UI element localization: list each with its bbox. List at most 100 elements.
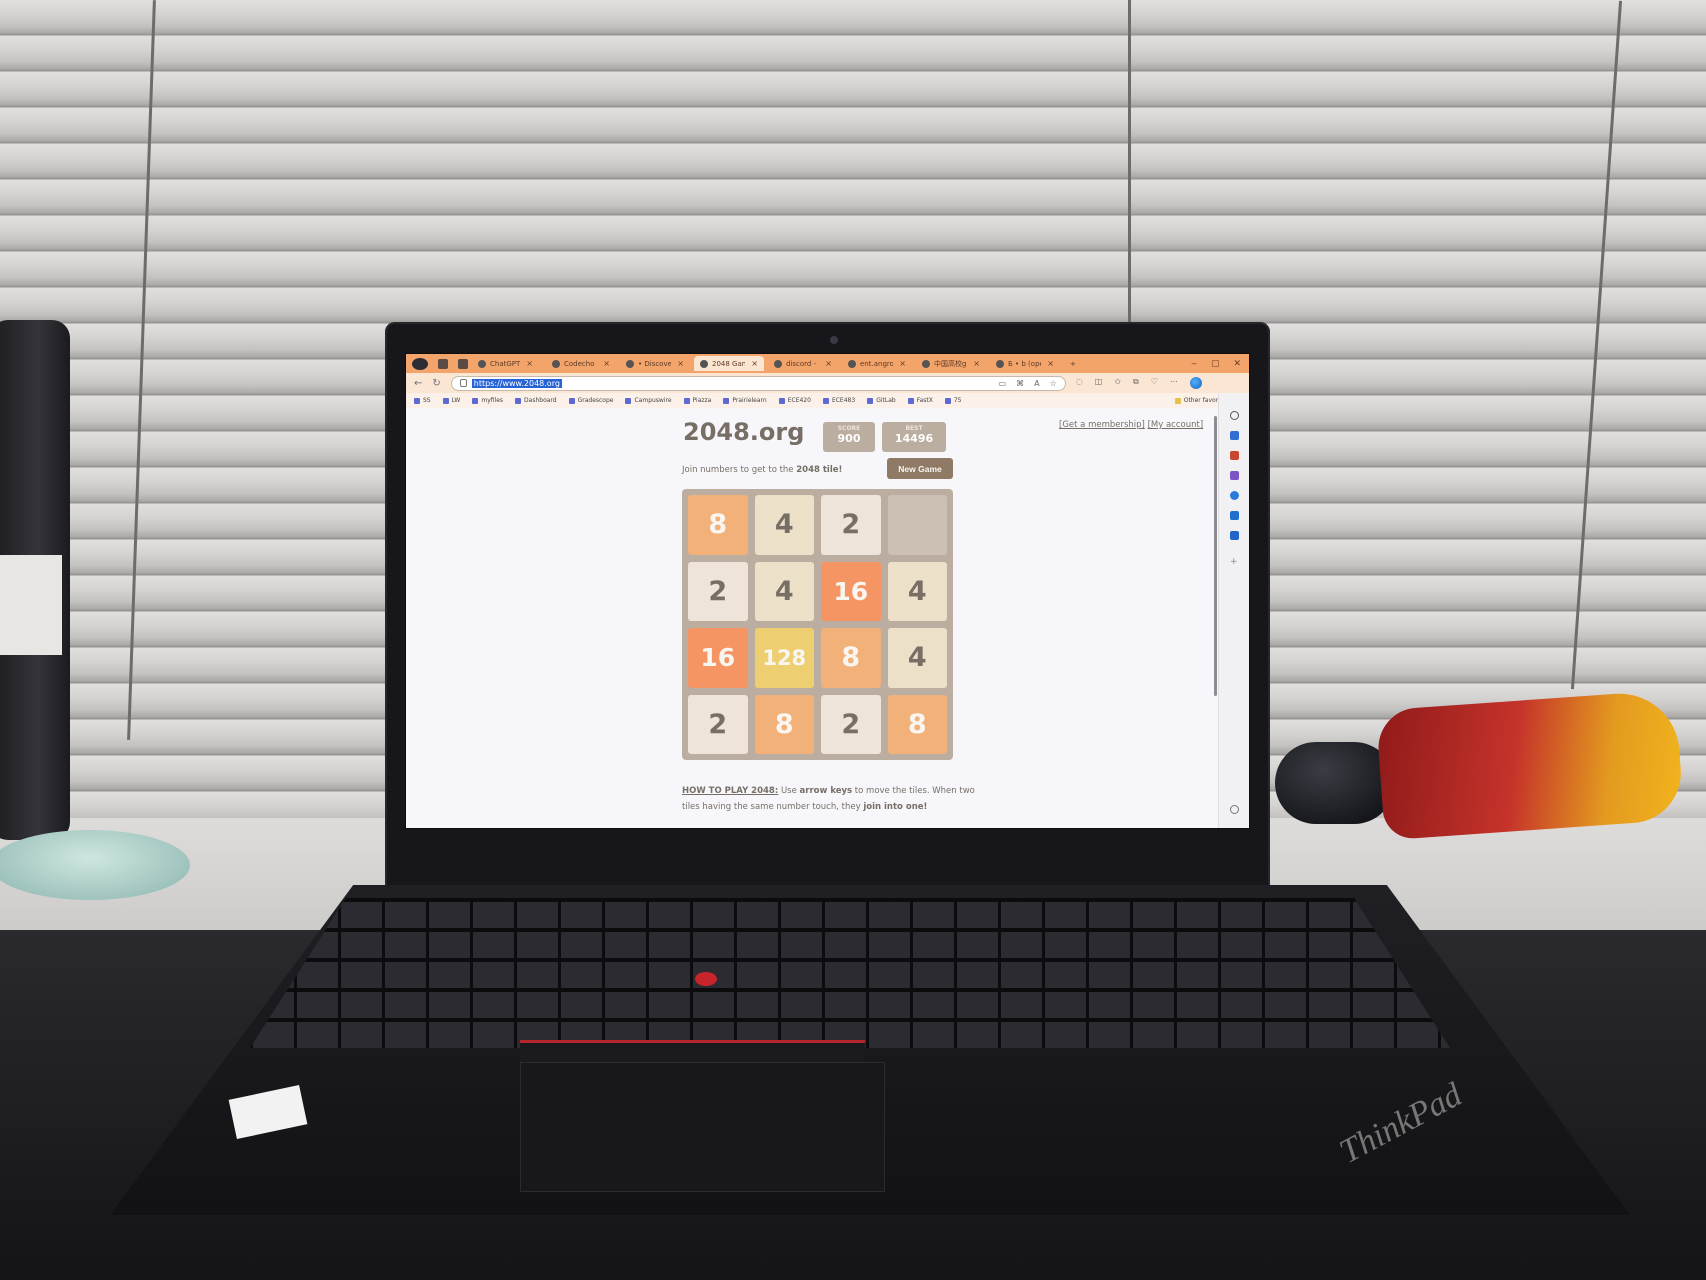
score-box: SCORE 900 [823,422,875,452]
favorite-star-icon[interactable]: ☆ [1050,379,1057,388]
outlook-icon[interactable] [1230,531,1239,540]
shopping-icon[interactable] [1230,451,1239,460]
app-available-icon[interactable]: ▭ [999,379,1007,388]
intro-goal: 2048 tile! [796,465,843,475]
search-icon[interactable] [1230,411,1239,420]
bookmark-icon [867,397,874,404]
bookmark-icon [442,397,449,404]
tab-close-icon[interactable]: × [1047,359,1054,368]
edge-sidebar: + [1218,393,1249,828]
tab-close-icon[interactable]: × [603,359,610,368]
minimize-button[interactable]: ‒ [1191,359,1197,369]
tab-close-icon[interactable]: × [899,359,906,368]
address-bar[interactable]: https://www.2048.org ▭ ⌘ A ☆ [450,375,1066,391]
tile: 4 [887,628,947,688]
laptop-screen: ChatGPT×Codecho 123/0×• Discover | 24×20… [405,353,1250,829]
touchpad[interactable] [520,1062,885,1192]
close-button[interactable]: ✕ [1233,359,1241,369]
lock-icon[interactable] [459,379,467,387]
split-screen-icon[interactable]: ◫ [1095,377,1103,389]
bookmark-item[interactable]: LW [442,397,460,404]
bookmark-item[interactable]: myfiles [472,397,503,404]
bookmark-label: Gradescope [577,397,614,404]
bookmark-icon [414,397,420,404]
back-button[interactable]: ← [414,378,422,389]
extension-icon[interactable]: ◌ [1076,377,1083,389]
tab-favicon-icon [478,359,486,368]
new-game-button[interactable]: New Game [887,458,953,479]
tile: 2 [821,495,881,555]
read-aloud-icon[interactable]: A [1034,379,1039,388]
membership-link[interactable]: [Get a membership] [1059,420,1145,430]
office-icon[interactable] [1230,511,1239,520]
bookmark-icon [568,397,575,404]
tab-close-icon[interactable]: × [751,359,758,368]
tab-favicon-icon [848,359,856,368]
tab-close-icon[interactable]: × [973,359,980,368]
how-to-play-link[interactable]: HOW TO PLAY 2048: [682,786,778,796]
bookmark-label: Prairielearn [732,397,767,404]
new-tab-button[interactable]: + [1064,356,1082,371]
trackpoint[interactable] [695,972,717,986]
score-value: 900 [837,432,861,445]
browser-tab[interactable]: ent.angrosoftve × [842,356,912,371]
people-icon[interactable] [1230,471,1239,480]
favorites-icon[interactable]: ✩ [1114,377,1121,389]
tab-close-icon[interactable]: × [526,359,533,368]
browser-tab[interactable]: Codecho 123/0 × [546,356,616,371]
tab-close-icon[interactable]: × [825,359,832,368]
tile: 4 [754,495,814,555]
intro-text: Join numbers to get to the [682,465,797,475]
trackpoint-buttons[interactable] [520,1040,865,1062]
bookmark-item[interactable]: Piazza [683,397,711,404]
games-icon[interactable] [1230,491,1239,500]
browser-essentials-icon[interactable]: ♡ [1151,377,1158,389]
bookmark-item[interactable]: FastX [907,397,933,404]
browser-tab[interactable]: 2048 Game × [694,356,764,371]
bookmark-list: SS LW myfiles Dashboard Gradescope Campuswire… [414,397,962,404]
bookmark-item[interactable]: Gradescope [568,397,614,404]
workspaces-icon[interactable] [438,358,448,369]
tab-label: • Discover | 24 [638,359,671,368]
apps-icon[interactable]: ⌘ [1016,379,1024,388]
browser-tab[interactable]: ChatGPT × [472,356,542,371]
more-menu-icon[interactable]: ⋯ [1170,377,1178,389]
my-account-link[interactable]: [My account] [1148,420,1204,430]
browser-tab[interactable]: Б • b (open) × [990,356,1060,371]
bookmark-label: 75 [953,397,962,404]
reload-button[interactable]: ↻ [432,378,440,389]
sidebar-settings-icon[interactable] [1230,805,1239,814]
tag-icon[interactable] [1230,431,1239,440]
keyboard[interactable] [250,898,1450,1048]
tile: 4 [887,561,947,621]
bookmark-item[interactable]: GitLab [867,397,896,404]
url-text[interactable]: https://www.2048.org [471,378,562,388]
address-toolbar: ← ↻ https://www.2048.org ▭ ⌘ A ☆ ◌ ◫ ✩ ⧉… [406,373,1249,393]
copilot-icon[interactable] [1189,377,1202,389]
bookmark-item[interactable]: SS [414,397,431,404]
tab-actions-icon[interactable] [458,358,468,369]
tab-favicon-icon [552,359,560,368]
tab-close-icon[interactable]: × [677,359,684,368]
bottle-label [0,555,62,655]
bookmark-item[interactable]: Campuswire [625,397,672,404]
bookmark-item[interactable]: Dashboard [515,397,557,404]
black-pouch [1275,742,1395,824]
add-sidebar-icon[interactable]: + [1230,558,1239,567]
howto-text-1: Use [778,786,800,796]
bookmark-item[interactable]: 75 [944,397,962,404]
bookmark-item[interactable]: Prairielearn [723,397,767,404]
page-scrollbar[interactable] [1214,416,1217,696]
howto-join: join into one! [863,802,928,812]
profile-icon[interactable] [412,357,428,370]
bookmark-label: ECE420 [787,397,811,404]
browser-tab[interactable]: discord - Searc × [768,356,838,371]
bookmark-item[interactable]: ECE483 [822,397,855,404]
maximize-button[interactable]: ▢ [1211,359,1220,369]
bookmark-item[interactable]: ECE420 [778,397,811,404]
tile: 8 [754,694,814,754]
browser-tab[interactable]: • Discover | 24 × [620,356,690,371]
browser-tab[interactable]: 中国高校gen × [916,356,986,371]
game-board[interactable]: 8 4 2 2 4 16 4 16 128 8 4 2 8 2 8 [682,489,953,760]
collections-icon[interactable]: ⧉ [1133,377,1139,389]
